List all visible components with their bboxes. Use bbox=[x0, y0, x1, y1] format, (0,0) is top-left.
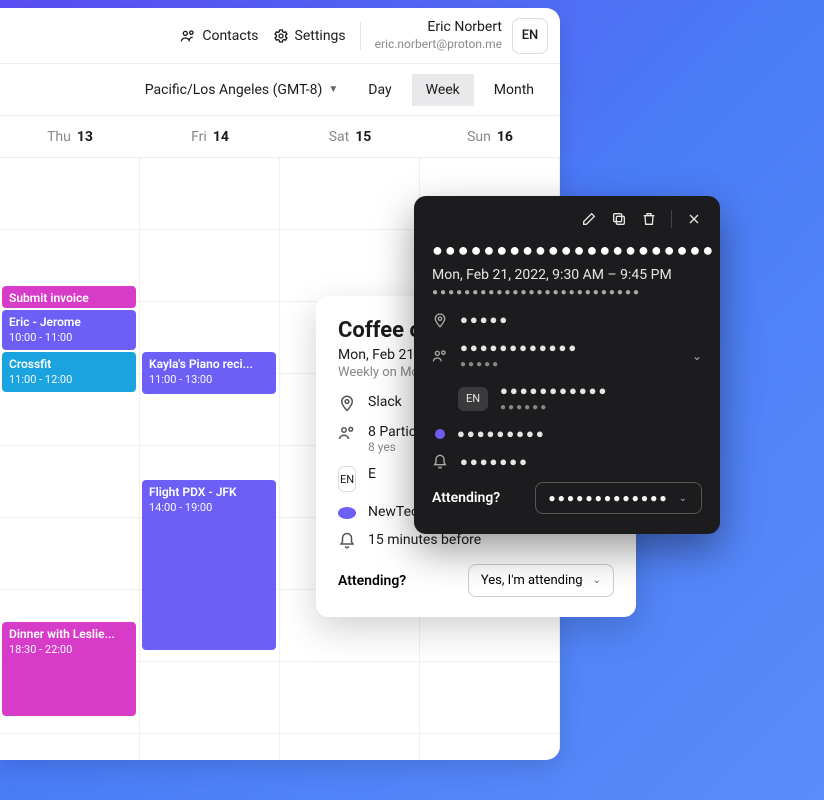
timezone-label: Pacific/Los Angeles (GMT-8) bbox=[145, 82, 323, 98]
dark-participant-row: EN ●●●●●●●●●●● ●●●●●● bbox=[432, 383, 702, 414]
event-location: Slack bbox=[368, 394, 402, 410]
day-header-sat[interactable]: Sat15 bbox=[280, 116, 420, 157]
event-submit-invoice[interactable]: Submit invoice bbox=[2, 286, 136, 308]
action-divider bbox=[671, 210, 672, 228]
dark-attending-label: Attending? bbox=[432, 490, 500, 506]
day-header-fri[interactable]: Fri14 bbox=[140, 116, 280, 157]
dark-event-sub: ●●●●●●●●●●●●●●●●●●●●●●●●●● bbox=[432, 287, 702, 298]
chevron-down-icon: ⌄ bbox=[679, 493, 689, 504]
attending-value: Yes, I'm attending bbox=[481, 573, 583, 588]
event-eric-jerome[interactable]: Eric - Jerome10:00 - 11:00 bbox=[2, 310, 136, 350]
dark-participants-sub: ●●●●● bbox=[460, 359, 500, 370]
user-name: Eric Norbert bbox=[375, 19, 502, 37]
calendar-color-dot bbox=[435, 429, 445, 439]
contacts-label: Contacts bbox=[202, 28, 258, 44]
event-title: Dinner with Leslie... bbox=[9, 627, 129, 643]
calendar-color-dot bbox=[338, 507, 356, 519]
close-icon[interactable] bbox=[686, 211, 702, 227]
dark-participant-sub: ●●●●●● bbox=[500, 402, 548, 413]
dark-reminder-row: ●●●●●●● bbox=[432, 454, 702, 470]
attending-label: Attending? bbox=[338, 573, 406, 589]
day-header-thu[interactable]: Thu13 bbox=[0, 116, 140, 157]
event-time: 10:00 - 11:00 bbox=[9, 331, 129, 345]
dark-participants: ●●●●●●●●●●●● bbox=[460, 341, 578, 356]
bell-icon bbox=[432, 454, 448, 470]
participants-count: 8 Partici bbox=[368, 424, 420, 440]
day-header-sun[interactable]: Sun16 bbox=[420, 116, 560, 157]
event-flight[interactable]: Flight PDX - JFK14:00 - 19:00 bbox=[142, 480, 276, 650]
participants-sub: 8 yes bbox=[368, 440, 420, 454]
event-time: 18:30 - 22:00 bbox=[9, 643, 129, 657]
dark-event-date: Mon, Feb 21, 2022, 9:30 AM – 9:45 PM bbox=[432, 267, 702, 283]
event-title: Submit invoice bbox=[9, 291, 129, 307]
dark-event-title: ●●●●●●●●●●●●●●●●●●●●●● bbox=[432, 240, 702, 261]
event-time: 11:00 - 13:00 bbox=[149, 373, 269, 387]
reminder-text: 15 minutes before bbox=[368, 532, 481, 548]
event-time: 14:00 - 19:00 bbox=[149, 501, 269, 515]
dark-participants-row: ●●●●●●●●●●●● ●●●●● ⌄ bbox=[432, 340, 702, 371]
view-month-button[interactable]: Month bbox=[480, 74, 548, 106]
event-popup-dark: ●●●●●●●●●●●●●●●●●●●●●● Mon, Feb 21, 2022… bbox=[414, 196, 720, 534]
dark-calendar-name: ●●●●●●●●● bbox=[457, 426, 546, 442]
bell-icon bbox=[338, 532, 356, 550]
popup-dark-actions bbox=[432, 210, 702, 228]
view-day-button[interactable]: Day bbox=[354, 74, 405, 106]
dark-location-row: ●●●●● bbox=[432, 312, 702, 328]
participant-avatar: EN bbox=[338, 466, 356, 492]
dark-participant-name: ●●●●●●●●●●● bbox=[500, 384, 608, 399]
dark-attending-select[interactable]: ●●●●●●●●●●●●● ⌄ bbox=[535, 482, 702, 514]
event-title: Crossfit bbox=[9, 357, 129, 373]
attending-select[interactable]: Yes, I'm attending ⌄ bbox=[468, 564, 614, 597]
contacts-icon bbox=[180, 28, 196, 44]
dark-participant-avatar: EN bbox=[458, 387, 488, 411]
dark-attending-row: Attending? ●●●●●●●●●●●●● ⌄ bbox=[432, 482, 702, 514]
topbar: Contacts Settings Eric Norbert eric.norb… bbox=[0, 8, 560, 64]
dark-calendar-row: ●●●●●●●●● bbox=[432, 426, 702, 442]
event-dinner-leslie[interactable]: Dinner with Leslie...18:30 - 22:00 bbox=[2, 622, 136, 716]
event-title: Flight PDX - JFK bbox=[149, 485, 269, 501]
event-crossfit[interactable]: Crossfit11:00 - 12:00 bbox=[2, 352, 136, 392]
dark-attending-value: ●●●●●●●●●●●●● bbox=[548, 491, 668, 505]
dark-location: ●●●●● bbox=[460, 312, 509, 328]
view-week-button[interactable]: Week bbox=[412, 74, 474, 106]
event-title: Eric - Jerome bbox=[9, 315, 129, 331]
dark-reminder: ●●●●●●● bbox=[460, 454, 529, 470]
user-block[interactable]: Eric Norbert eric.norbert@proton.me EN bbox=[375, 18, 548, 54]
participant-name: E bbox=[368, 466, 376, 482]
topbar-divider bbox=[360, 22, 361, 50]
event-title: Kayla's Piano reci... bbox=[149, 357, 269, 373]
calendar-name: NewTec bbox=[368, 504, 418, 520]
location-icon bbox=[338, 394, 356, 412]
caret-down-icon: ▼ bbox=[328, 84, 338, 95]
chevron-down-icon[interactable]: ⌄ bbox=[692, 349, 702, 363]
copy-icon[interactable] bbox=[611, 211, 627, 227]
contacts-link[interactable]: Contacts bbox=[180, 28, 258, 44]
toolbar: Pacific/Los Angeles (GMT-8) ▼ Day Week M… bbox=[0, 64, 560, 116]
edit-icon[interactable] bbox=[581, 211, 597, 227]
attending-row: Attending? Yes, I'm attending ⌄ bbox=[338, 564, 614, 597]
event-time: 11:00 - 12:00 bbox=[9, 373, 129, 387]
trash-icon[interactable] bbox=[641, 211, 657, 227]
chevron-down-icon: ⌄ bbox=[593, 575, 601, 586]
location-icon bbox=[432, 312, 448, 328]
gear-icon bbox=[273, 28, 289, 44]
timezone-select[interactable]: Pacific/Los Angeles (GMT-8) ▼ bbox=[135, 76, 349, 104]
event-reminder-row: 15 minutes before bbox=[338, 532, 614, 550]
settings-label: Settings bbox=[295, 28, 346, 44]
participants-icon bbox=[338, 424, 356, 442]
settings-link[interactable]: Settings bbox=[273, 28, 346, 44]
day-headers: Thu13 Fri14 Sat15 Sun16 bbox=[0, 116, 560, 158]
user-email: eric.norbert@proton.me bbox=[375, 37, 502, 52]
event-kaylas-piano[interactable]: Kayla's Piano reci...11:00 - 13:00 bbox=[142, 352, 276, 394]
avatar[interactable]: EN bbox=[512, 18, 548, 54]
participants-icon bbox=[432, 348, 448, 364]
